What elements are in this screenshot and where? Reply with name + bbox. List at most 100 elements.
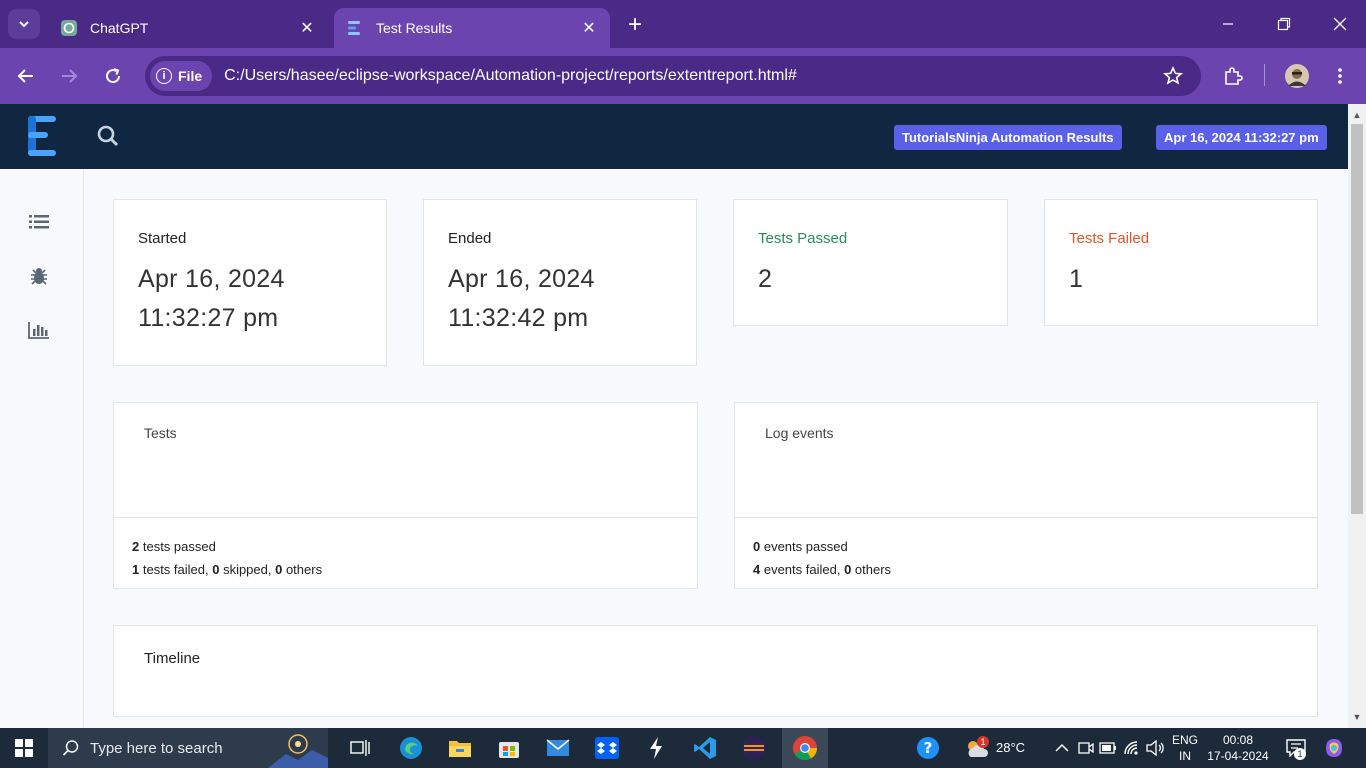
taskbar-eclipse[interactable] <box>740 734 768 762</box>
minimize-button[interactable] <box>1200 8 1256 40</box>
events-others-text: others <box>851 562 892 577</box>
restore-button[interactable] <box>1256 8 1312 40</box>
taskbar-app-s[interactable] <box>642 734 670 762</box>
started-value: Apr 16, 2024 11:32:27 pm <box>138 260 285 338</box>
language-code: ENG <box>1171 733 1198 747</box>
speaker-icon <box>1146 740 1164 756</box>
scrollbar-thumb[interactable] <box>1351 124 1363 514</box>
clock[interactable]: 00:08 17-04-2024 <box>1205 732 1271 764</box>
weather-alert-badge: 1 <box>977 736 989 748</box>
help-tray-icon[interactable]: ? <box>914 734 942 762</box>
bug-icon <box>31 268 47 285</box>
extensions-button[interactable] <box>1219 62 1247 90</box>
sidebar-item-bugs[interactable] <box>26 265 52 287</box>
chevron-up-icon <box>1055 743 1069 752</box>
taskbar-vscode[interactable] <box>691 734 719 762</box>
info-icon: i <box>156 68 172 84</box>
tab-title: Test Results <box>376 20 453 36</box>
eclipse-icon <box>742 736 766 760</box>
profile-avatar[interactable] <box>1283 62 1311 90</box>
site-info-chip[interactable]: i File <box>150 61 213 91</box>
extent-logo-icon <box>28 116 56 156</box>
extent-logo[interactable] <box>26 114 60 158</box>
scroll-down-icon[interactable]: ▼ <box>1352 712 1362 722</box>
lightning-app-icon <box>650 737 662 759</box>
address-bar[interactable]: i File C:/Users/hasee/eclipse-workspace/… <box>145 56 1201 96</box>
folder-icon <box>449 741 471 757</box>
timeline-card: Timeline <box>113 625 1318 717</box>
taskbar-chrome[interactable] <box>782 728 828 768</box>
events-failed-text: events failed, <box>760 562 845 577</box>
tests-passed-label: Tests Passed <box>758 230 848 247</box>
tab-chatgpt[interactable]: ChatGPT ✕ <box>48 8 328 48</box>
ended-label: Ended <box>448 230 492 247</box>
back-button[interactable] <box>12 62 40 90</box>
tests-passed-value: 2 <box>758 265 773 293</box>
list-icon <box>29 215 49 229</box>
tests-failed-text: tests failed, <box>139 562 213 577</box>
ended-time: 11:32:42 pm <box>448 304 589 332</box>
page-scrollbar[interactable]: ▲ ▼ <box>1348 104 1366 728</box>
log-events-summary: 0 events passed 4 events failed, 0 other… <box>735 517 1317 588</box>
started-label: Started <box>138 230 187 247</box>
bar-chart-icon <box>28 322 49 339</box>
bookmark-star-icon[interactable] <box>1159 66 1187 86</box>
search-icon <box>62 740 79 756</box>
tests-chart-card: Tests 2 tests passed 1 tests failed, 0 s… <box>113 402 698 589</box>
video-icon <box>1078 742 1094 754</box>
windows-logo-icon <box>15 739 33 757</box>
search-highlight-icon <box>268 734 328 768</box>
clock-date: 17-04-2024 <box>1207 749 1269 763</box>
task-view-button[interactable] <box>346 734 374 762</box>
url-text[interactable]: C:/Users/hasee/eclipse-workspace/Automat… <box>224 67 1159 85</box>
tests-passed-text: tests passed <box>139 539 216 554</box>
ended-value: Apr 16, 2024 11:32:42 pm <box>448 260 595 338</box>
tab-test-results[interactable]: Test Results ✕ <box>334 8 610 48</box>
close-tab-icon[interactable]: ✕ <box>298 19 316 37</box>
tests-passed-card: Tests Passed 2 <box>733 199 1008 326</box>
log-events-title: Log events <box>765 425 834 441</box>
windows-taskbar: Type here to search ? 1 28°C ENG IN 00:0… <box>0 728 1366 768</box>
taskbar-edge[interactable] <box>397 734 425 762</box>
input-language[interactable]: ENG IN <box>1168 732 1202 764</box>
tests-others-text: others <box>282 562 323 577</box>
log-events-card: Log events 0 events passed 4 events fail… <box>734 402 1318 589</box>
timeline-title: Timeline <box>144 650 201 667</box>
started-date: Apr 16, 2024 <box>138 265 285 293</box>
started-card: Started Apr 16, 2024 11:32:27 pm <box>113 199 387 366</box>
report-search-button[interactable] <box>96 124 122 150</box>
forward-button[interactable] <box>55 62 83 90</box>
taskbar-search-box[interactable]: Type here to search <box>48 728 328 768</box>
reload-button[interactable] <box>99 62 127 90</box>
svg-text:?: ? <box>924 739 933 757</box>
tab-search-button[interactable] <box>8 9 40 39</box>
copilot-button[interactable] <box>1320 734 1348 762</box>
chatgpt-icon <box>60 19 78 37</box>
taskbar-store[interactable] <box>495 734 523 762</box>
search-icon <box>97 125 119 147</box>
taskbar-dropbox[interactable] <box>593 734 621 762</box>
new-tab-button[interactable]: + <box>622 12 648 38</box>
restore-icon <box>1277 17 1291 31</box>
close-window-button[interactable] <box>1312 8 1366 40</box>
close-tab-icon[interactable]: ✕ <box>580 19 598 37</box>
browser-toolbar: i File C:/Users/hasee/eclipse-workspace/… <box>0 48 1366 104</box>
edge-icon <box>400 737 422 759</box>
scroll-up-icon[interactable]: ▲ <box>1352 110 1362 120</box>
browser-menu-button[interactable] <box>1326 62 1354 90</box>
wifi-icon <box>1124 741 1138 755</box>
chevron-down-icon <box>19 21 29 28</box>
region-code: IN <box>1179 749 1191 763</box>
events-passed-text: events passed <box>760 539 848 554</box>
sidebar-item-tests[interactable] <box>26 211 52 233</box>
taskbar-mail[interactable] <box>544 734 572 762</box>
volume-tray-icon[interactable] <box>1141 734 1169 762</box>
notification-count-badge: 1 <box>1294 748 1306 760</box>
sidebar-item-dashboard[interactable] <box>26 319 52 341</box>
start-button[interactable] <box>10 734 38 762</box>
chrome-icon <box>793 736 817 761</box>
taskbar-file-explorer[interactable] <box>446 734 474 762</box>
report-header: TutorialsNinja Automation Results Apr 16… <box>0 104 1348 169</box>
report-date-badge: Apr 16, 2024 11:32:27 pm <box>1156 125 1327 150</box>
clock-time: 00:08 <box>1222 733 1254 747</box>
